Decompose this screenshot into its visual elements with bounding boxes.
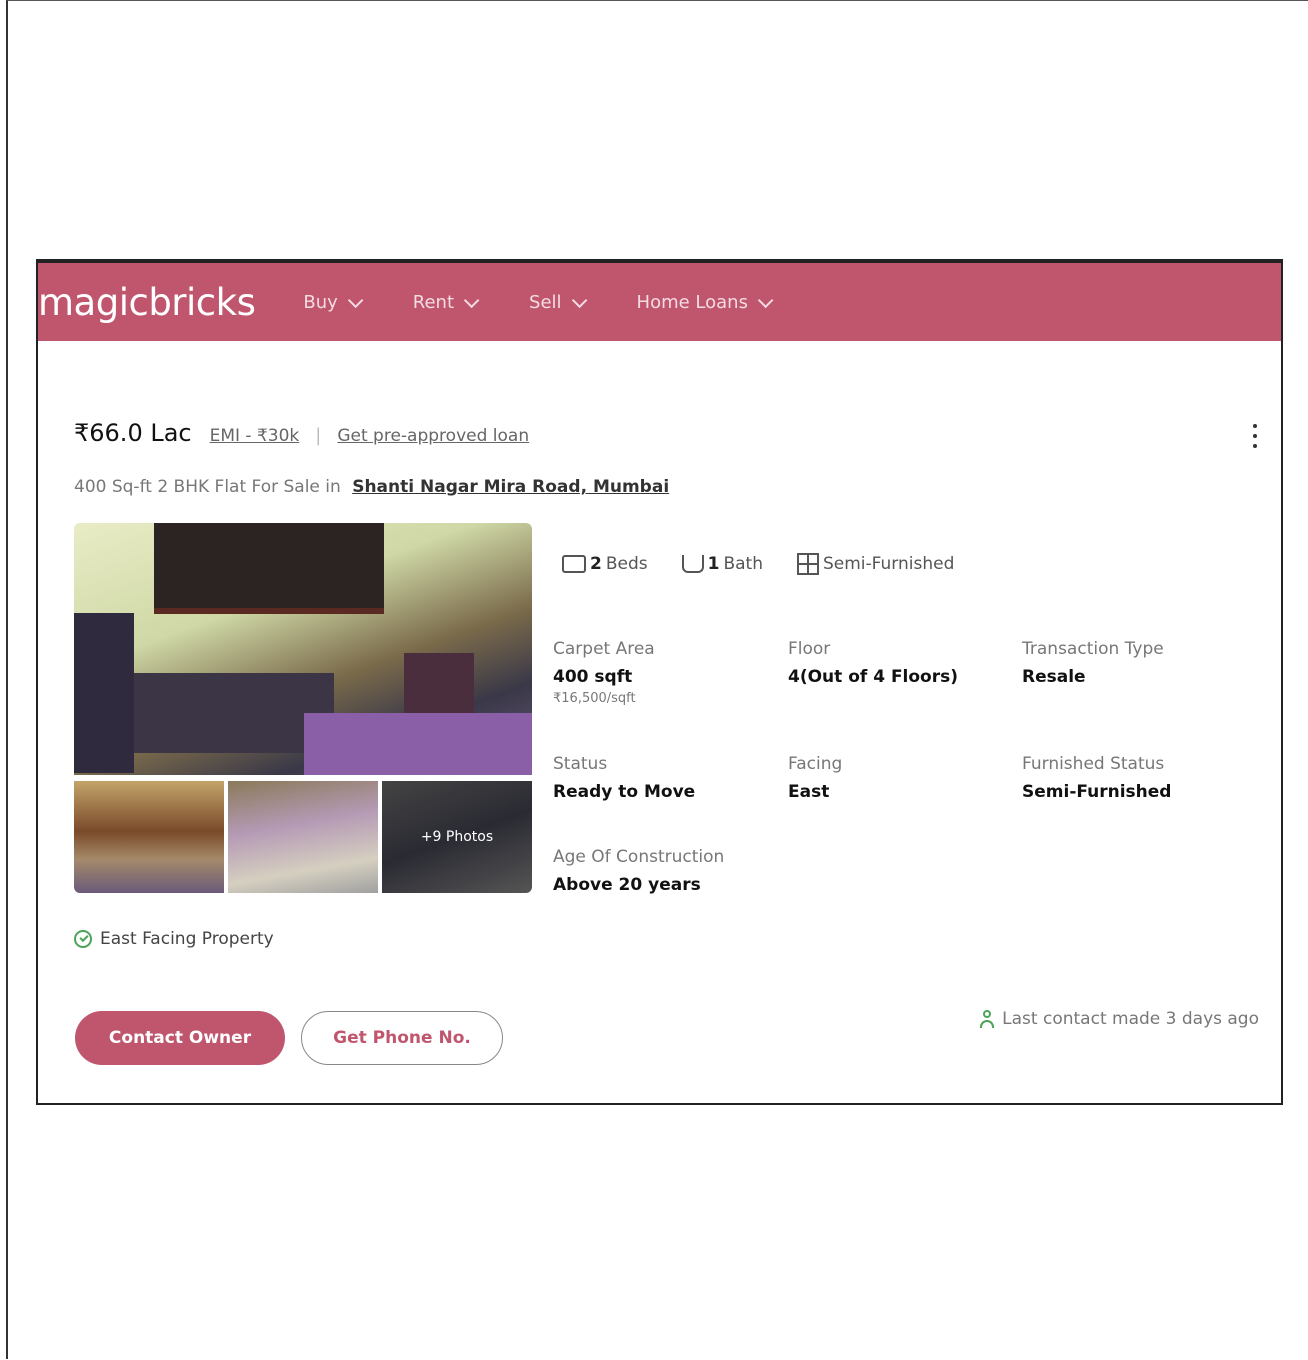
- pre-approved-loan-link[interactable]: Get pre-approved loan: [337, 426, 529, 446]
- furnished-status-cell: Furnished Status Semi-Furnished: [1022, 754, 1252, 802]
- chevron-down-icon: [463, 292, 480, 308]
- furnishing-amenity: Semi-Furnished: [797, 553, 954, 575]
- thumbnail-photo[interactable]: [228, 781, 378, 893]
- age-label: Age Of Construction: [553, 847, 725, 867]
- chevron-down-icon: [571, 292, 587, 308]
- beds-amenity: 2 Beds: [562, 553, 648, 575]
- nav-item-home-loans[interactable]: Home Loans: [636, 291, 774, 313]
- nav-item-label: Home Loans: [636, 291, 748, 313]
- bath-amenity: 1 Bath: [681, 553, 763, 575]
- listing-price: ₹66.0 Lac: [74, 419, 192, 447]
- chevron-down-icon: [757, 292, 774, 308]
- highlight-label: East Facing Property: [100, 929, 274, 949]
- top-navbar: magicbricks Buy Rent Sell Home Loans: [38, 261, 1281, 341]
- listing-card: magicbricks Buy Rent Sell Home Loans ₹66…: [36, 259, 1283, 1105]
- price-row: ₹66.0 Lac EMI - ₹30k | Get pre-approved …: [74, 419, 529, 447]
- nav-item-label: Rent: [412, 291, 455, 313]
- furnishing-icon: [797, 553, 819, 575]
- bath-label: Bath: [723, 554, 763, 574]
- locality-link[interactable]: Shanti Nagar Mira Road, Mumbai: [352, 477, 669, 497]
- age-value: Above 20 years: [553, 875, 701, 895]
- carpet-area-cell: Carpet Area 400 sqft ₹16,500/sqft: [553, 639, 783, 706]
- floor-label: Floor: [788, 639, 831, 659]
- thumbnail-photo[interactable]: [74, 781, 224, 893]
- nav-item-rent[interactable]: Rent: [412, 291, 480, 313]
- carpet-area-value[interactable]: 400 sqft: [553, 667, 783, 687]
- bath-icon: [681, 555, 704, 573]
- person-icon: [980, 1010, 995, 1028]
- furnishing-label: Semi-Furnished: [823, 554, 955, 574]
- bed-icon: [562, 555, 586, 573]
- main-photo[interactable]: [74, 523, 532, 775]
- check-circle-icon: [74, 930, 92, 948]
- get-phone-button[interactable]: Get Phone No.: [301, 1011, 503, 1065]
- nav-item-buy[interactable]: Buy: [303, 291, 364, 313]
- beds-label: Beds: [605, 554, 648, 574]
- last-contact-label: Last contact made 3 days ago: [1002, 1009, 1259, 1029]
- last-contact-info: Last contact made 3 days ago: [980, 1009, 1259, 1029]
- furnished-status-label: Furnished Status: [1022, 754, 1165, 774]
- status-label: Status: [553, 754, 608, 774]
- kebab-menu-icon[interactable]: [1253, 424, 1259, 448]
- bath-count: 1: [707, 554, 720, 574]
- price-per-sqft: ₹16,500/sqft: [553, 691, 636, 706]
- nav-item-label: Buy: [303, 291, 338, 313]
- facing-value: East: [788, 782, 830, 802]
- nav-item-label: Sell: [529, 291, 562, 313]
- floor-cell: Floor 4(Out of 4 Floors): [788, 639, 1018, 687]
- beds-count: 2: [590, 554, 602, 574]
- nav-item-sell[interactable]: Sell: [529, 291, 587, 313]
- photo-gallery: +9 Photos: [74, 523, 532, 893]
- status-value: Ready to Move: [553, 782, 696, 802]
- emi-link[interactable]: EMI - ₹30k: [210, 426, 300, 446]
- more-photos-label: +9 Photos: [420, 829, 494, 845]
- transaction-type-label: Transaction Type: [1022, 639, 1164, 659]
- furnished-status-value: Semi-Furnished: [1022, 782, 1172, 802]
- thumbnail-strip: +9 Photos: [74, 781, 532, 893]
- carpet-area-label: Carpet Area: [553, 639, 655, 659]
- chevron-down-icon: [347, 292, 364, 308]
- highlight-tag: East Facing Property: [74, 929, 274, 949]
- amenities-row: 2 Beds 1 Bath Semi-Furnished: [562, 553, 954, 575]
- transaction-type-value: Resale: [1022, 667, 1086, 687]
- listing-subtitle: 400 Sq-ft 2 BHK Flat For Sale in Shanti …: [74, 477, 669, 497]
- subtitle-text: 400 Sq-ft 2 BHK Flat For Sale in: [74, 477, 341, 497]
- facing-cell: Facing East: [788, 754, 1018, 802]
- divider: |: [315, 425, 322, 446]
- logo[interactable]: magicbricks: [38, 281, 256, 324]
- age-cell: Age Of Construction Above 20 years: [553, 847, 783, 895]
- contact-owner-button[interactable]: Contact Owner: [75, 1011, 285, 1065]
- floor-value: 4(Out of 4 Floors): [788, 667, 959, 687]
- transaction-type-cell: Transaction Type Resale: [1022, 639, 1252, 687]
- status-cell: Status Ready to Move: [553, 754, 783, 802]
- facing-label: Facing: [788, 754, 843, 774]
- more-photos-thumbnail[interactable]: +9 Photos: [382, 781, 532, 893]
